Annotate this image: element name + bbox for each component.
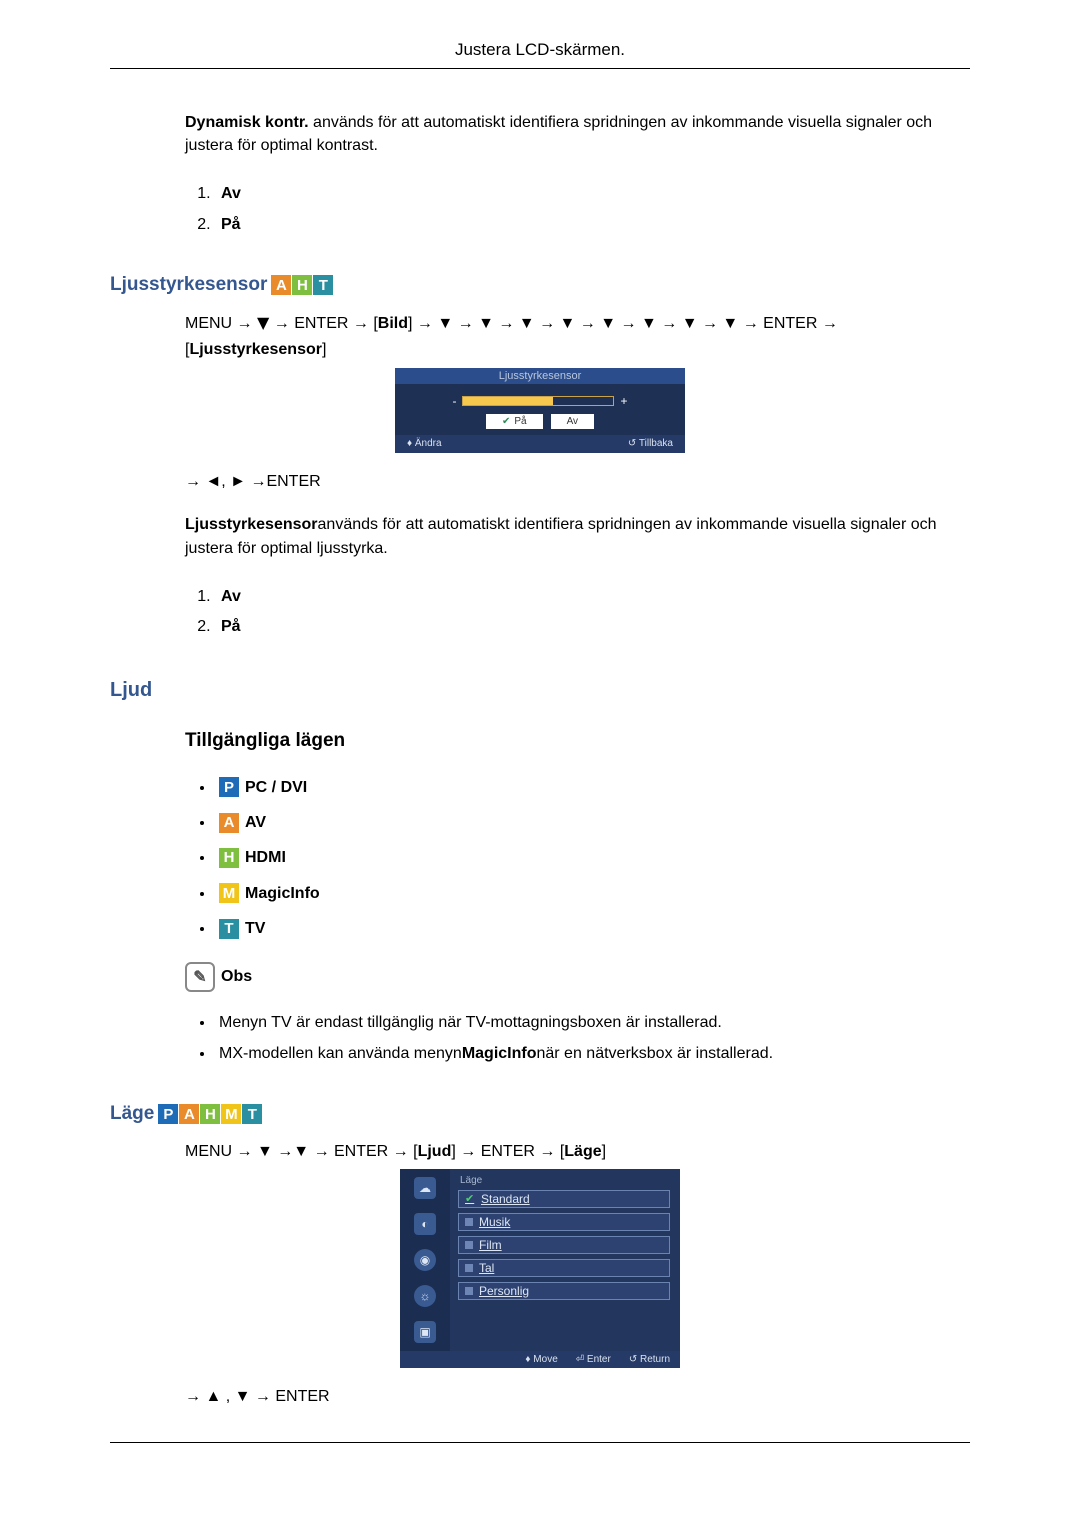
dynamisk-options: Av På [185, 179, 970, 240]
check-icon-2: ✔ [465, 1192, 475, 1205]
ljusstyrke-desc: Ljusstyrkesensoranvänds för att automati… [185, 513, 970, 559]
lage-nav: MENU → ▼ →▼ → ENTER → [Ljud] → ENTER → [… [185, 1139, 970, 1165]
osd-on-button[interactable]: ✔På [486, 414, 543, 429]
mode-m-icon-2: M [221, 1104, 241, 1124]
option-pa-2: På [215, 612, 970, 642]
lage-heading: Läge P A H M T [110, 1103, 970, 1125]
mode-hdmi-label: HDMI [245, 840, 286, 875]
mode-h-icon-2: H [219, 848, 239, 868]
osd-side-icon-1[interactable]: ☁ [414, 1177, 436, 1199]
nav-menu: MENU → [185, 315, 257, 332]
osd-side-icon-3[interactable]: ◉ [414, 1249, 436, 1271]
osd-minus: - [452, 394, 456, 408]
osd-footer-right: ↺ Tillbaka [628, 438, 673, 449]
osd-slider-row: - + [395, 384, 685, 414]
lage-subnav: → ▲ , ▼ → ENTER [185, 1388, 970, 1406]
dynamisk-term: Dynamisk kontr. [185, 114, 309, 131]
page-title: Justera LCD-skärmen. [40, 40, 1040, 68]
lage-nav-pre: MENU → ▼ →▼ → ENTER → [185, 1143, 413, 1160]
brightness-osd: Ljusstyrkesensor - + ✔På Av ♦ Ändra ↺ Ti… [395, 368, 685, 453]
obs-note-1: Menyn TV är endast tillgänglig när TV-mo… [215, 1008, 970, 1038]
ljusstyrke-subnav: → ◄, ► →ENTER [185, 473, 970, 491]
lage-nav-mid: → ENTER → [456, 1143, 560, 1160]
ljusstyrke-term: Ljusstyrkesensor [185, 516, 318, 533]
square-icon [465, 1241, 473, 1249]
mode-p-icon-2: P [158, 1104, 178, 1124]
lage-option-film[interactable]: Film [458, 1236, 670, 1254]
osd-slider[interactable] [462, 396, 614, 406]
tillgangliga-heading: Tillgängliga lägen [185, 730, 970, 752]
option-av-2: Av [215, 582, 970, 612]
mode-a-icon: A [271, 275, 291, 295]
osd-side-icon-4[interactable]: ☼ [414, 1285, 436, 1307]
lage-mode-icons: P A H M T [158, 1104, 262, 1124]
lage-option-tal[interactable]: Tal [458, 1259, 670, 1277]
square-icon [465, 1287, 473, 1295]
nav-ljusstyrke: Ljusstyrkesensor [189, 341, 322, 358]
lage-osd-sidebar: ☁ ◐ ◉ ☼ ▣ [400, 1169, 450, 1351]
nav-arrows: → ▼ → ▼ → ▼ → ▼ → ▼ → ▼ → ▼ → ▼ → ENTER … [412, 315, 837, 332]
mode-m-icon: M [219, 883, 239, 903]
lage-osd: ☁ ◐ ◉ ☼ ▣ Läge ✔Standard Musik Film Tal … [400, 1169, 680, 1368]
lage-osd-footer: ♦ Move ⏎ Enter ↺ Return [400, 1351, 680, 1368]
mode-magic-label: MagicInfo [245, 876, 320, 911]
mode-item-tv: T TV [215, 911, 970, 946]
bottom-divider [110, 1442, 970, 1443]
footer-move: ♦ Move [525, 1354, 557, 1365]
option-av: Av [215, 179, 970, 209]
ljusstyrke-nav: MENU → ▼ → ENTER → [Bild] → ▼ → ▼ → ▼ → … [185, 310, 970, 362]
heading-text: Ljusstyrkesensor [110, 274, 267, 296]
obs-row: ✎ Obs [185, 962, 970, 992]
osd-title: Ljusstyrkesensor [395, 368, 685, 384]
lage-heading-text: Läge [110, 1103, 154, 1125]
obs-bullets: Menyn TV är endast tillgänglig när TV-mo… [185, 1008, 970, 1069]
square-icon [465, 1218, 473, 1226]
check-icon: ✔ [502, 416, 510, 427]
osd-plus: + [620, 394, 627, 408]
lage-option-musik[interactable]: Musik [458, 1213, 670, 1231]
osd-side-icon-5[interactable]: ▣ [414, 1321, 436, 1343]
footer-return: ↺ Return [629, 1354, 670, 1365]
mode-p-icon: P [219, 777, 239, 797]
mode-item-hdmi: H HDMI [215, 840, 970, 875]
nav-bild: Bild [378, 315, 408, 332]
ljusstyrke-options: Av På [185, 582, 970, 643]
dynamisk-kontr-desc: Dynamisk kontr. används för att automati… [185, 111, 970, 157]
lage-nav-ljud: Ljud [418, 1143, 452, 1160]
osd-side-icon-2[interactable]: ◐ [414, 1213, 436, 1235]
obs-note-2: MX-modellen kan använda menynMagicInfonä… [215, 1039, 970, 1069]
osd-off-button[interactable]: Av [551, 414, 595, 429]
top-divider [110, 68, 970, 69]
mode-pc-label: PC / DVI [245, 770, 307, 805]
note-icon: ✎ [185, 962, 215, 992]
mode-a-icon-2: A [219, 813, 239, 833]
lage-nav-lage: Läge [564, 1143, 601, 1160]
mode-list: P PC / DVI A AV H HDMI M MagicInfo T TV [185, 770, 970, 947]
mode-item-av: A AV [215, 805, 970, 840]
lage-osd-caption: Läge [458, 1173, 670, 1190]
osd-footer: ♦ Ändra ↺ Tillbaka [395, 435, 685, 453]
ljud-heading: Ljud [110, 679, 970, 702]
footer-enter: ⏎ Enter [576, 1354, 611, 1365]
osd-footer-left: ♦ Ändra [407, 438, 442, 449]
mode-item-pc: P PC / DVI [215, 770, 970, 805]
mode-tv-label: TV [245, 911, 265, 946]
mode-item-magic: M MagicInfo [215, 876, 970, 911]
nav-enter1: → ENTER → [269, 315, 373, 332]
mode-t-icon: T [313, 275, 333, 295]
obs-label: Obs [221, 968, 252, 986]
lage-option-standard[interactable]: ✔Standard [458, 1190, 670, 1208]
ljusstyrkesensor-heading: Ljusstyrkesensor A H T [110, 274, 970, 296]
mode-h-icon-3: H [200, 1104, 220, 1124]
mode-h-icon: H [292, 275, 312, 295]
heading-mode-icons: A H T [271, 275, 333, 295]
mode-t-icon-3: T [242, 1104, 262, 1124]
option-pa: På [215, 210, 970, 240]
square-icon [465, 1264, 473, 1272]
mode-t-icon-2: T [219, 919, 239, 939]
lage-option-personlig[interactable]: Personlig [458, 1282, 670, 1300]
osd-toggle-row: ✔På Av [395, 414, 685, 435]
mode-a-icon-3: A [179, 1104, 199, 1124]
mode-av-label: AV [245, 805, 266, 840]
